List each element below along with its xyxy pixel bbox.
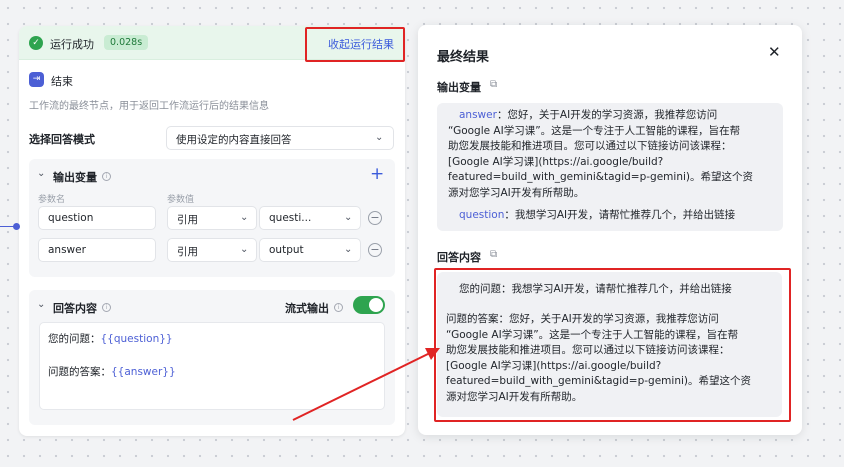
annotation-arrow (292, 348, 440, 421)
